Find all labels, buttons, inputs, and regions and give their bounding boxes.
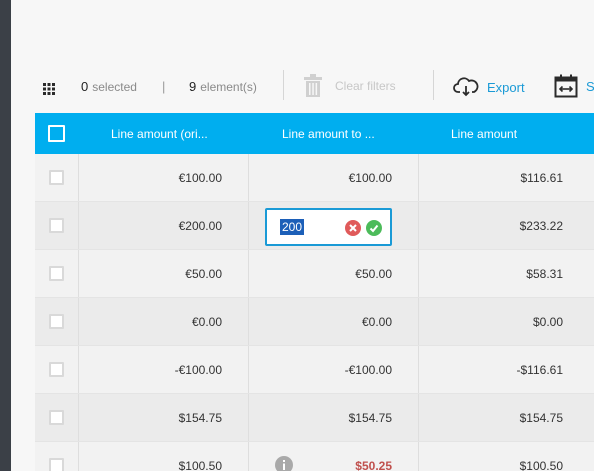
table-row[interactable]: €100.00 €100.00 $116.61: [35, 154, 594, 202]
inline-edit-input[interactable]: 200: [280, 219, 305, 235]
row-checkbox[interactable]: [49, 458, 64, 471]
cloud-download-icon: [453, 77, 479, 97]
schedule-label: S: [586, 78, 594, 94]
row-select-cell: [35, 250, 79, 297]
selected-count: 0 selected: [81, 79, 137, 94]
grid-toolbar: 0selected | 9element(s) Clear filters: [11, 66, 594, 108]
row-checkbox[interactable]: [49, 266, 64, 281]
toolbar-divider: [283, 70, 284, 100]
clear-filters-button[interactable]: Clear filters: [303, 72, 396, 100]
cell-line-amount-original[interactable]: €100.00: [79, 154, 249, 201]
cell-line-amount-original[interactable]: €0.00: [79, 298, 249, 345]
cell-line-amount[interactable]: -$116.61: [419, 346, 589, 393]
cell-line-amount[interactable]: $233.22: [419, 202, 589, 249]
selected-count-value: 0: [81, 79, 89, 94]
app-window: 0selected | 9element(s) Clear filters: [0, 0, 594, 471]
element-count: 9 element(s): [189, 79, 257, 94]
schedule-button[interactable]: S: [554, 72, 594, 100]
cell-line-amount[interactable]: $58.31: [419, 250, 589, 297]
row-select-cell: [35, 394, 79, 441]
cancel-edit-icon[interactable]: [345, 220, 361, 236]
row-checkbox[interactable]: [49, 314, 64, 329]
cell-line-amount-to[interactable]: $154.75: [249, 394, 419, 441]
cell-line-amount[interactable]: $0.00: [419, 298, 589, 345]
toolbar-divider: [433, 70, 434, 100]
cell-line-amount-to[interactable]: €0.00: [249, 298, 419, 345]
column-header-line-amount[interactable]: Line amount: [451, 113, 517, 154]
cell-line-amount-original[interactable]: €200.00: [79, 202, 249, 249]
row-checkbox[interactable]: [49, 218, 64, 233]
column-header-line-amount-original[interactable]: Line amount (ori...: [111, 113, 208, 154]
left-sidebar-strip: [0, 0, 11, 471]
data-grid: Line amount (ori... Line amount to ... L…: [35, 113, 594, 471]
select-all-checkbox-cell: [48, 113, 65, 154]
cell-value-highlight: $50.25: [355, 458, 392, 471]
selected-count-label: selected: [92, 80, 137, 94]
cell-line-amount[interactable]: $154.75: [419, 394, 589, 441]
cell-line-amount[interactable]: $116.61: [419, 154, 589, 201]
row-select-cell: [35, 298, 79, 345]
cell-line-amount-to-editing: 200: [249, 202, 419, 249]
cell-line-amount-to[interactable]: -€100.00: [249, 346, 419, 393]
export-label: Export: [487, 79, 525, 95]
row-select-cell: [35, 154, 79, 201]
row-select-cell: [35, 202, 79, 249]
cell-line-amount-to[interactable]: €50.00: [249, 250, 419, 297]
row-select-cell: [35, 346, 79, 393]
confirm-edit-icon[interactable]: [366, 220, 382, 236]
table-row[interactable]: $154.75 $154.75 $154.75: [35, 394, 594, 442]
element-count-label: element(s): [200, 80, 257, 94]
table-row[interactable]: -€100.00 -€100.00 -$116.61: [35, 346, 594, 394]
row-checkbox[interactable]: [49, 362, 64, 377]
info-icon[interactable]: [275, 456, 293, 471]
grid-header: Line amount (ori... Line amount to ... L…: [35, 113, 594, 154]
column-header-line-amount-to[interactable]: Line amount to ...: [282, 113, 375, 154]
toolbar-separator: |: [162, 79, 166, 94]
cell-line-amount-to[interactable]: €100.00: [249, 154, 419, 201]
table-row[interactable]: $100.50 $50.25 $100.50: [35, 442, 594, 471]
trash-icon: [304, 74, 322, 97]
element-count-value: 9: [189, 79, 197, 94]
cell-line-amount-original[interactable]: $100.50: [79, 442, 249, 471]
calendar-range-icon: [554, 74, 578, 98]
cell-line-amount-original[interactable]: $154.75: [79, 394, 249, 441]
main-content: 0selected | 9element(s) Clear filters: [11, 0, 594, 471]
row-checkbox[interactable]: [49, 410, 64, 425]
clear-filters-label: Clear filters: [335, 79, 396, 93]
cell-line-amount-original[interactable]: €50.00: [79, 250, 249, 297]
select-all-checkbox[interactable]: [48, 125, 65, 142]
row-checkbox[interactable]: [49, 170, 64, 185]
inline-edit-box[interactable]: 200: [265, 208, 392, 246]
row-select-cell: [35, 442, 79, 471]
cell-line-amount-original[interactable]: -€100.00: [79, 346, 249, 393]
table-row[interactable]: €0.00 €0.00 $0.00: [35, 298, 594, 346]
cell-line-amount[interactable]: $100.50: [419, 442, 589, 471]
table-row[interactable]: €200.00 200 $233.22: [35, 202, 594, 250]
table-row[interactable]: €50.00 €50.00 $58.31: [35, 250, 594, 298]
cell-line-amount-to[interactable]: $50.25: [249, 442, 419, 471]
grid-menu-icon[interactable]: [43, 82, 55, 95]
export-button[interactable]: Export: [453, 74, 525, 100]
